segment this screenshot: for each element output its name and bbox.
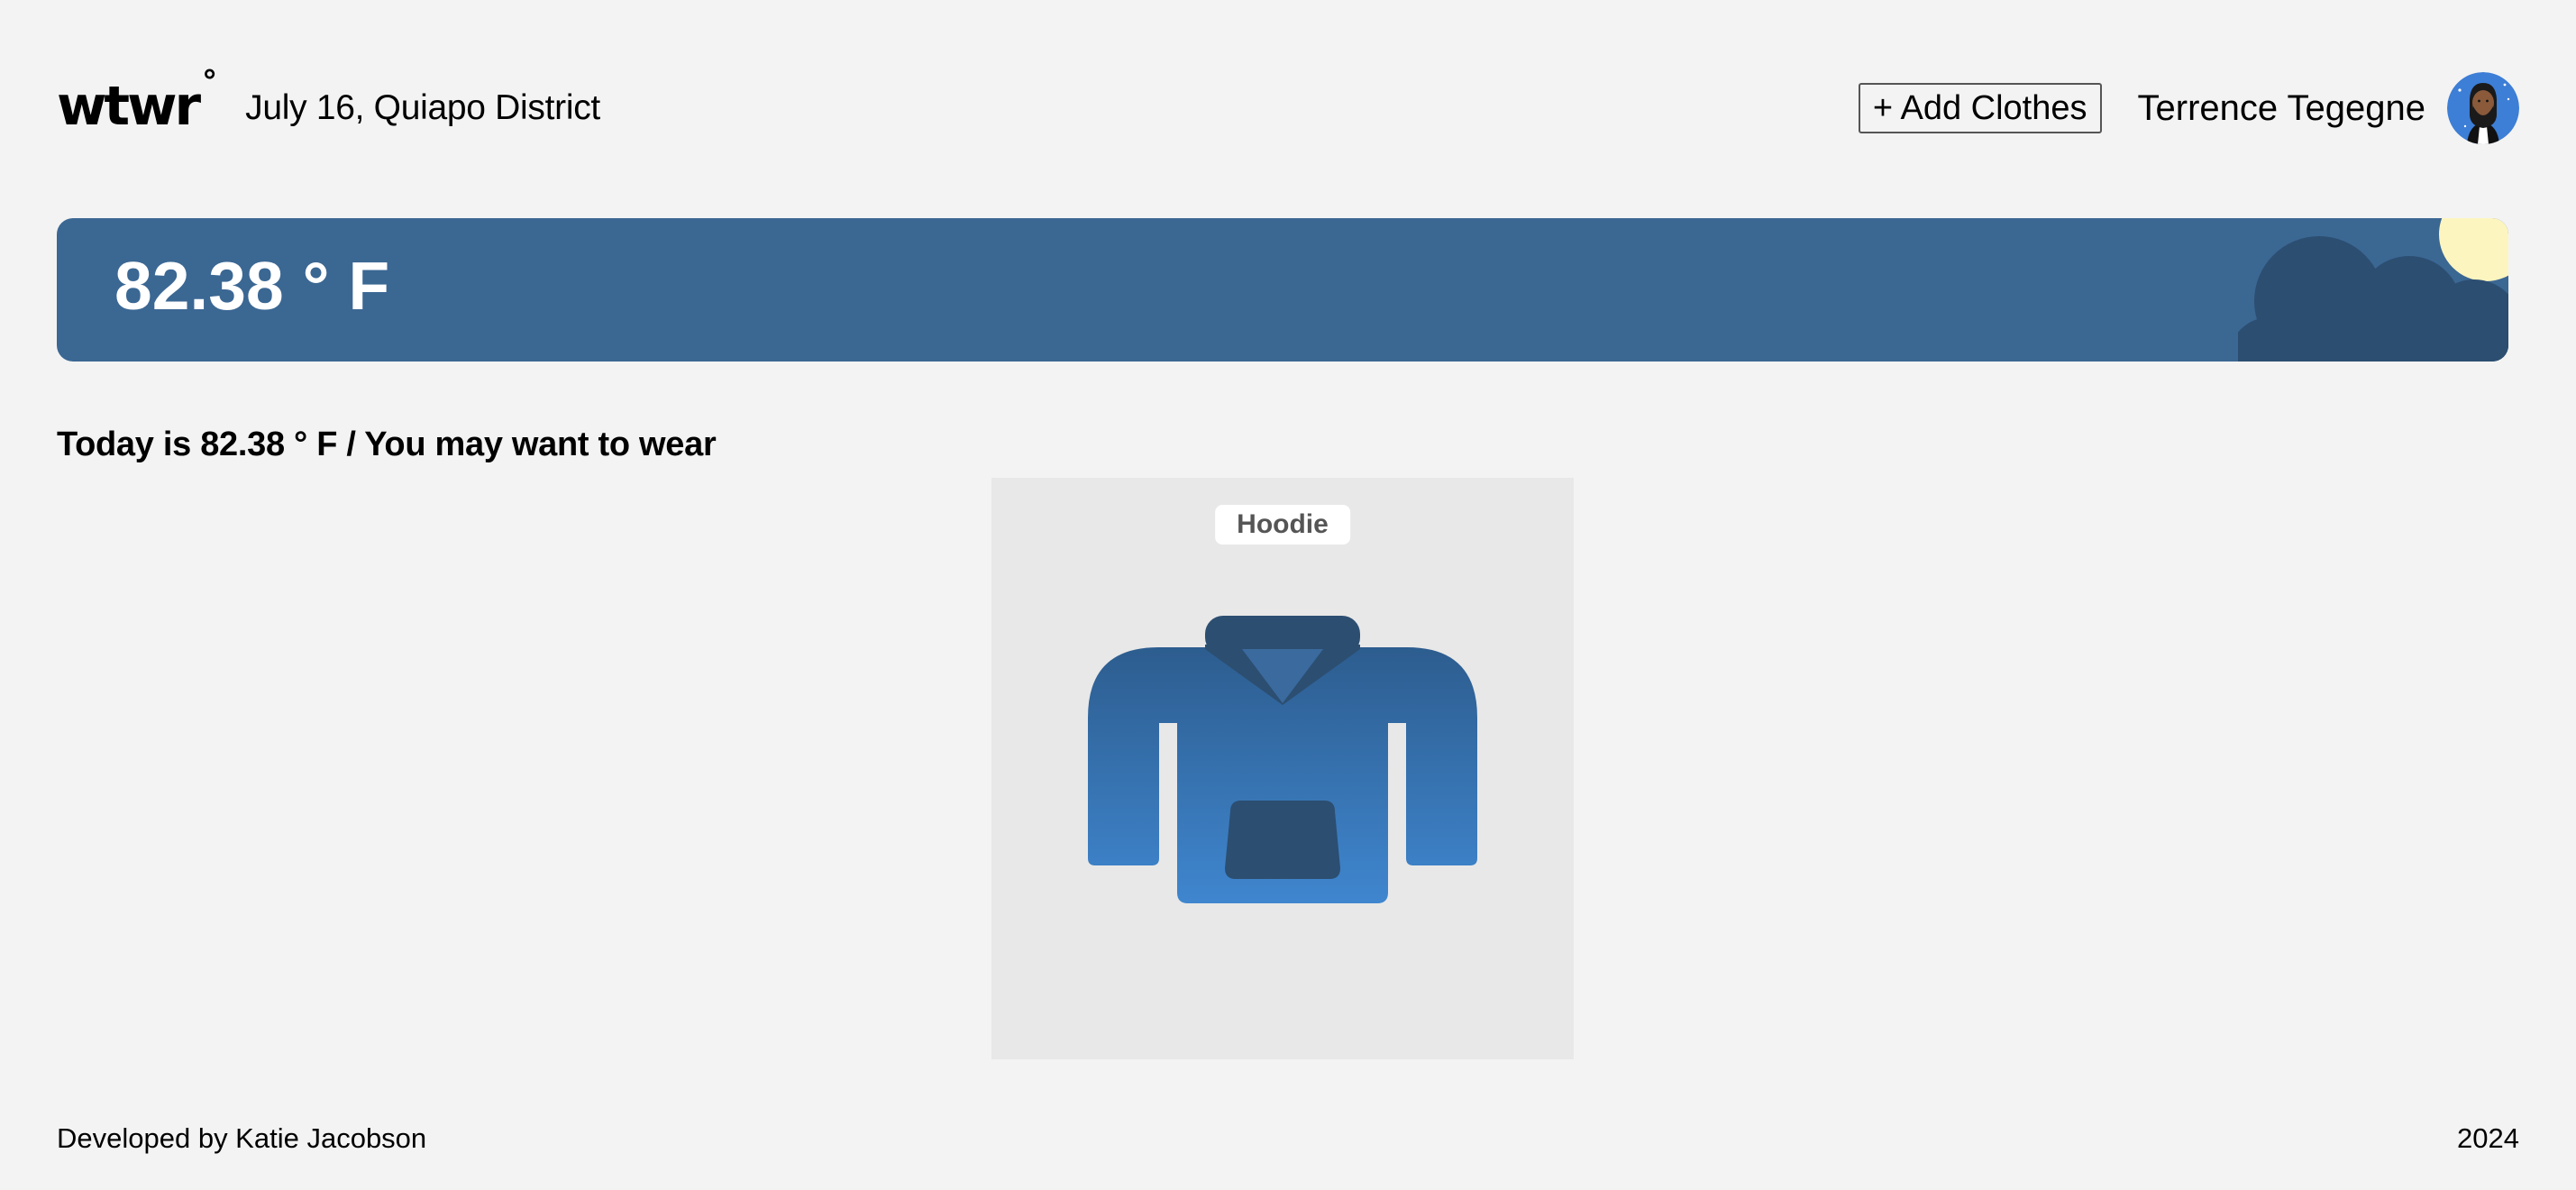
weather-card: 82.38 ° F (57, 218, 2508, 362)
footer: Developed by Katie Jacobson 2024 (57, 1122, 2519, 1155)
weather-temperature: 82.38 ° F (114, 248, 390, 324)
developer-credit: Developed by Katie Jacobson (57, 1122, 427, 1154)
avatar[interactable] (2447, 72, 2519, 144)
clothing-card-name: Hoodie (1215, 505, 1350, 545)
avatar-image (2447, 72, 2519, 144)
date-location: July 16, Quiapo District (245, 88, 600, 127)
logo[interactable]: wtwr ° (57, 67, 217, 133)
header: wtwr ° July 16, Quiapo District + Add Clo… (57, 63, 2519, 153)
recommendation-heading: Today is 82.38 ° F / You may want to wea… (57, 425, 717, 463)
logo-text: wtwr (57, 75, 201, 138)
add-clothes-button[interactable]: + Add Clothes (1858, 83, 2102, 133)
clothing-card[interactable]: Hoodie (991, 478, 1574, 1059)
copyright-year: 2024 (2457, 1122, 2519, 1154)
logo-degree: ° (202, 64, 217, 100)
username[interactable]: Terrence Tegegne (2138, 88, 2426, 129)
sun-icon (2439, 218, 2508, 281)
weather-condition-art (2238, 218, 2508, 362)
hoodie-icon (1088, 616, 1477, 903)
